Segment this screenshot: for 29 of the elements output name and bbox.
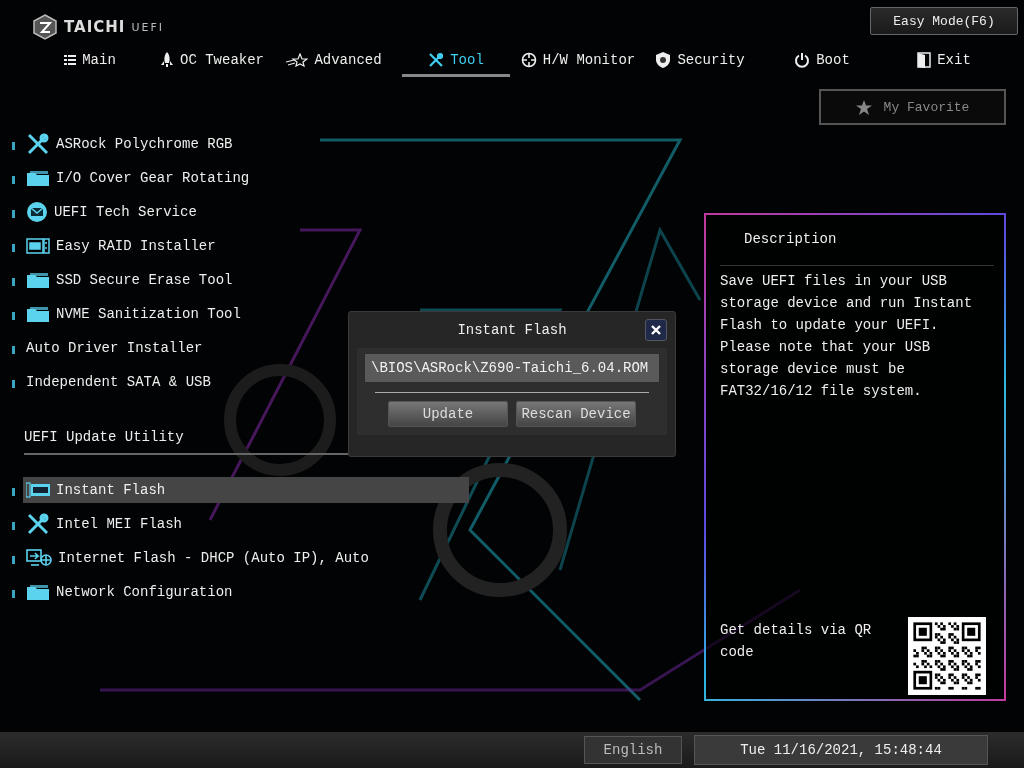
- nav-tab[interactable]: Boot: [782, 45, 862, 77]
- section-heading: UEFI Update Utility: [24, 429, 185, 447]
- logo-text: TAICHI: [64, 18, 126, 36]
- nav-tab[interactable]: Main: [52, 45, 128, 77]
- menu-item[interactable]: Instant Flash: [23, 477, 469, 503]
- dialog-button[interactable]: Rescan Device: [516, 401, 636, 427]
- menu-item[interactable]: Intel MEI Flash: [23, 511, 469, 537]
- dialog-title: Instant Flash: [457, 322, 567, 338]
- nav-tab[interactable]: Exit: [905, 45, 983, 77]
- easy-mode-button[interactable]: Easy Mode(F6): [870, 7, 1018, 35]
- logo-subtitle: UEFI: [131, 20, 164, 34]
- language-button[interactable]: English: [584, 736, 682, 764]
- file-path-field[interactable]: \BIOS\ASRock\Z690-Taichi_6.04.ROM: [365, 354, 659, 382]
- nav-tab[interactable]: Tool: [402, 45, 510, 77]
- menu-item[interactable]: I/O Cover Gear Rotating: [23, 165, 469, 191]
- menu-item[interactable]: Internet Flash - DHCP (Auto IP), Auto: [23, 545, 469, 571]
- menu-item[interactable]: ASRock Polychrome RGB: [23, 131, 469, 157]
- menu-item[interactable]: UEFI Tech Service: [23, 199, 469, 225]
- nav-tab[interactable]: Advanced: [274, 45, 394, 77]
- date-time: Tue 11/16/2021, 15:48:44: [694, 735, 988, 765]
- menu-item[interactable]: SSD Secure Erase Tool: [23, 267, 469, 293]
- dialog-button[interactable]: Update: [388, 401, 508, 427]
- menu-item[interactable]: Easy RAID Installer: [23, 233, 469, 259]
- my-favorite-button[interactable]: My Favorite: [819, 89, 1006, 125]
- description-text: Save UEFI files in your USB storage device and run Instant Flash to update your UEFI. Please note that your USB storage device must be FAT32/16/12 file system.: [720, 265, 994, 402]
- menu-item[interactable]: Network Configuration: [23, 579, 469, 605]
- qr-caption: Get details via QR code: [720, 621, 873, 662]
- description-title: Description: [744, 231, 838, 249]
- nav-tab[interactable]: OC Tweaker: [148, 45, 276, 77]
